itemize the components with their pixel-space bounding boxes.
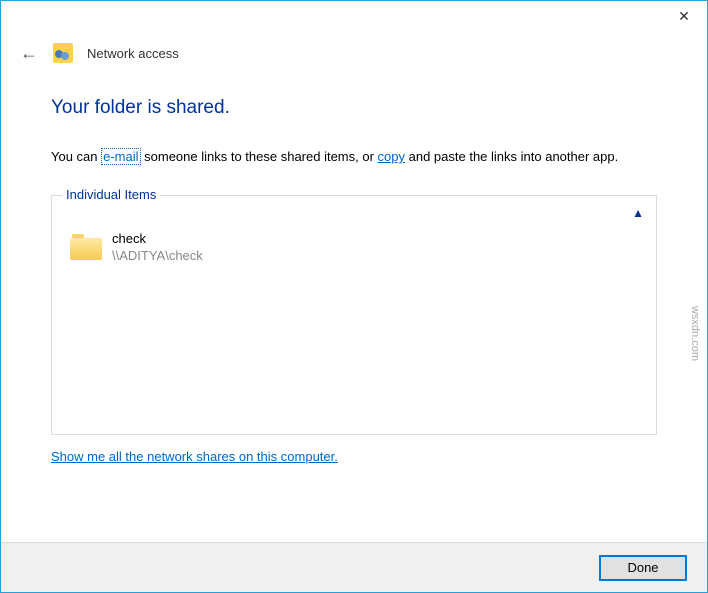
main-content: Your folder is shared. You can e-mail so… bbox=[1, 63, 707, 466]
desc-prefix: You can bbox=[51, 149, 101, 164]
desc-suffix: and paste the links into another app. bbox=[405, 149, 618, 164]
network-access-icon bbox=[53, 43, 73, 63]
list-item[interactable]: check \\ADITYA\check bbox=[66, 224, 642, 271]
item-text: check \\ADITYA\check bbox=[112, 230, 203, 265]
watermark: wsxdn.com bbox=[689, 306, 701, 361]
dialog-footer: Done bbox=[1, 542, 707, 592]
back-button[interactable]: ← bbox=[19, 43, 39, 63]
collapse-toggle[interactable]: ▲ bbox=[632, 206, 644, 220]
done-button[interactable]: Done bbox=[599, 555, 687, 581]
show-all-shares-link[interactable]: Show me all the network shares on this c… bbox=[51, 449, 338, 464]
close-icon: ✕ bbox=[678, 8, 690, 25]
folder-icon bbox=[70, 234, 102, 260]
header-row: ← Network access bbox=[1, 31, 707, 63]
close-button[interactable]: ✕ bbox=[661, 1, 707, 31]
individual-items-group: Individual Items ▲ check \\ADITYA\check bbox=[51, 195, 657, 435]
item-path: \\ADITYA\check bbox=[112, 247, 203, 265]
group-label: Individual Items bbox=[62, 187, 160, 202]
window-titlebar: ✕ bbox=[1, 1, 707, 31]
chevron-up-icon: ▲ bbox=[632, 206, 644, 220]
back-arrow-icon: ← bbox=[20, 43, 38, 64]
desc-mid: someone links to these shared items, or bbox=[141, 149, 378, 164]
copy-link[interactable]: copy bbox=[378, 149, 405, 164]
email-link[interactable]: e-mail bbox=[101, 148, 140, 165]
page-title: Network access bbox=[87, 46, 179, 61]
description-text: You can e-mail someone links to these sh… bbox=[51, 147, 657, 167]
item-name: check bbox=[112, 230, 203, 248]
main-heading: Your folder is shared. bbox=[51, 97, 657, 119]
